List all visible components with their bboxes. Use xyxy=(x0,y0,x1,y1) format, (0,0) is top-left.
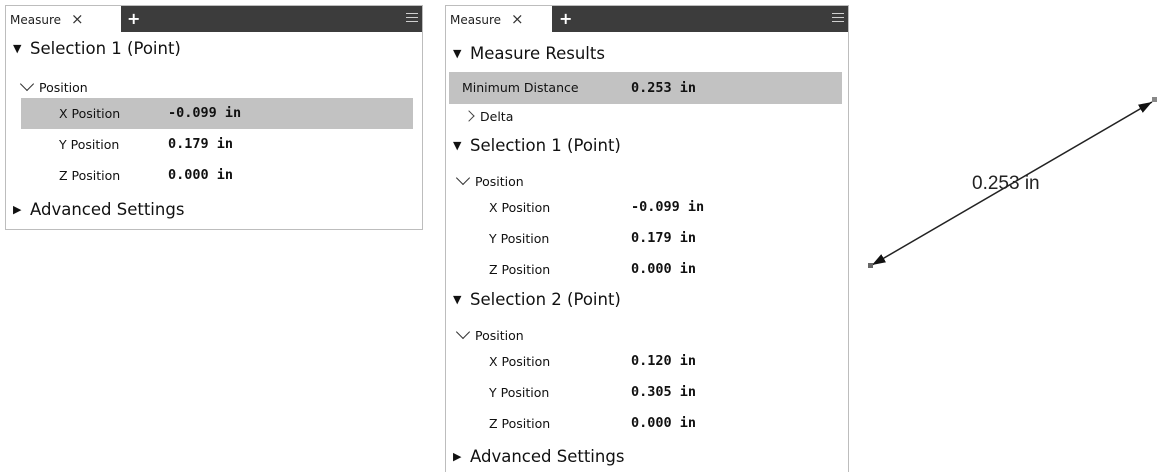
add-tab-icon[interactable]: + xyxy=(127,6,140,32)
section-label: Advanced Settings xyxy=(30,200,185,219)
chevron-right-icon xyxy=(463,110,475,122)
close-icon[interactable]: × xyxy=(71,6,84,32)
row-value: 0.179 in xyxy=(168,136,234,152)
triangle-down-icon: ▼ xyxy=(453,293,462,306)
row-label: Z Position xyxy=(59,168,121,183)
row-value: 0.179 in xyxy=(631,230,697,246)
section-label: Selection 1 (Point) xyxy=(30,39,181,58)
triangle-right-icon: ▶ xyxy=(453,450,462,463)
point-marker-end[interactable] xyxy=(1152,97,1157,102)
add-tab-icon[interactable]: + xyxy=(559,6,572,32)
table-row-z-position[interactable]: Z Position 0.000 in xyxy=(449,408,842,439)
table-row-x-position[interactable]: X Position -0.099 in xyxy=(21,98,413,129)
table-row-x-position[interactable]: X Position -0.099 in xyxy=(449,192,842,223)
tab-bar: Measure × + xyxy=(6,6,422,32)
row-value: 0.305 in xyxy=(631,384,697,400)
triangle-down-icon: ▼ xyxy=(453,47,462,60)
position-label: Position xyxy=(475,174,524,189)
row-label: Z Position xyxy=(489,262,551,277)
row-label: Y Position xyxy=(59,137,120,152)
section-selection-1[interactable]: ▼ Selection 1 (Point) xyxy=(453,136,621,155)
table-row-z-position[interactable]: Z Position 0.000 in xyxy=(449,254,842,285)
tab-measure[interactable]: Measure × xyxy=(446,6,552,32)
hamburger-menu-icon[interactable] xyxy=(832,13,844,24)
section-label: Selection 1 (Point) xyxy=(470,136,621,155)
position-header[interactable]: Position xyxy=(455,170,524,189)
position-header[interactable]: Position xyxy=(19,76,88,95)
point-marker-start[interactable] xyxy=(868,263,873,268)
row-value: 0.000 in xyxy=(168,167,234,183)
table-row-z-position[interactable]: Z Position 0.000 in xyxy=(21,160,413,191)
hamburger-menu-icon[interactable] xyxy=(406,13,418,24)
row-value: -0.099 in xyxy=(168,105,242,121)
measure-panel-right: Measure × + ▼ Measure Results Minimum Dist… xyxy=(445,5,849,472)
triangle-right-icon: ▶ xyxy=(13,203,22,216)
delta-header[interactable]: Delta xyxy=(463,109,514,124)
row-value: 0.120 in xyxy=(631,353,697,369)
section-measure-results[interactable]: ▼ Measure Results xyxy=(453,44,605,63)
section-label: Measure Results xyxy=(470,44,605,63)
section-advanced-settings[interactable]: ▶ Advanced Settings xyxy=(13,200,184,219)
dimension-label: 0.253 in xyxy=(972,173,1040,194)
table-row-y-position[interactable]: Y Position 0.305 in xyxy=(449,377,842,408)
section-selection-1[interactable]: ▼ Selection 1 (Point) xyxy=(13,39,181,58)
row-label: Y Position xyxy=(489,231,550,246)
section-advanced-settings[interactable]: ▶ Advanced Settings xyxy=(453,447,624,466)
table-row-y-position[interactable]: Y Position 0.179 in xyxy=(21,129,413,160)
table-row-y-position[interactable]: Y Position 0.179 in xyxy=(449,223,842,254)
row-label: Y Position xyxy=(489,385,550,400)
row-label: X Position xyxy=(489,354,551,369)
position-label: Position xyxy=(39,80,88,95)
row-label: Minimum Distance xyxy=(462,80,579,95)
chevron-down-icon xyxy=(19,76,35,92)
position-label: Position xyxy=(475,328,524,343)
position-header[interactable]: Position xyxy=(455,324,524,343)
row-value: 0.000 in xyxy=(631,415,697,431)
chevron-down-icon xyxy=(455,324,471,340)
minimum-distance-row[interactable]: Minimum Distance 0.253 in xyxy=(449,72,842,104)
row-label: Z Position xyxy=(489,416,551,431)
section-selection-2[interactable]: ▼ Selection 2 (Point) xyxy=(453,290,621,309)
tab-bar: Measure × + xyxy=(446,6,848,32)
close-icon[interactable]: × xyxy=(511,6,524,32)
section-label: Advanced Settings xyxy=(470,447,625,466)
measure-panel-left: Measure × + ▼ Selection 1 (Point) Position… xyxy=(5,5,423,230)
row-value: 0.253 in xyxy=(631,80,697,96)
chevron-down-icon xyxy=(455,170,471,186)
tab-measure[interactable]: Measure × xyxy=(6,6,121,32)
row-label: X Position xyxy=(489,200,551,215)
row-label: X Position xyxy=(59,106,121,121)
row-value: -0.099 in xyxy=(631,199,705,215)
triangle-down-icon: ▼ xyxy=(453,139,462,152)
section-label: Selection 2 (Point) xyxy=(470,290,621,309)
tab-label: Measure xyxy=(450,13,501,27)
triangle-down-icon: ▼ xyxy=(13,42,22,55)
tab-label: Measure xyxy=(10,13,61,27)
delta-label: Delta xyxy=(480,109,514,124)
row-value: 0.000 in xyxy=(631,261,697,277)
table-row-x-position[interactable]: X Position 0.120 in xyxy=(449,346,842,377)
